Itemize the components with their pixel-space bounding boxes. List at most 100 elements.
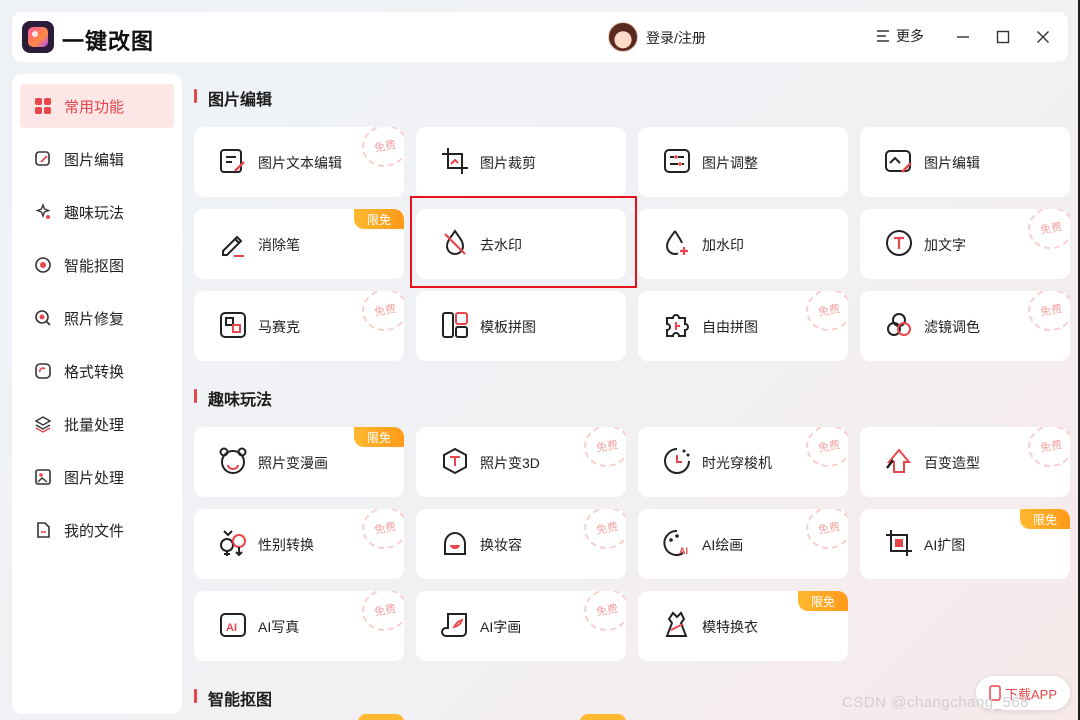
- crop-icon: [442, 148, 468, 174]
- minimize-button[interactable]: [952, 26, 974, 48]
- maximize-button[interactable]: [992, 26, 1014, 48]
- card-time-machine[interactable]: 时光穿梭机 免费: [638, 427, 848, 497]
- sidebar-item-format[interactable]: 格式转换: [20, 349, 174, 393]
- card-adjust[interactable]: 图片调整: [638, 127, 848, 197]
- card-label: AI绘画: [702, 537, 744, 553]
- free-badge: 免费: [580, 591, 626, 635]
- card-label: 消除笔: [258, 237, 300, 253]
- card-ai-expand[interactable]: AI扩图 限免: [860, 509, 1070, 579]
- card-gender-swap[interactable]: 性别转换 免费: [194, 509, 404, 579]
- card-label: 图片调整: [702, 155, 758, 171]
- maximize-icon: [996, 30, 1010, 44]
- card-ai-calligraphy[interactable]: AI字画 免费: [416, 591, 626, 661]
- convert-icon: [34, 362, 52, 380]
- card-label: 模特换衣: [702, 619, 758, 635]
- sidebar-item-fun[interactable]: 趣味玩法: [20, 190, 174, 234]
- sidebar-item-label: 趣味玩法: [64, 204, 125, 222]
- card-image-edit[interactable]: 图片编辑: [860, 127, 1070, 197]
- free-badge: 免费: [580, 509, 626, 553]
- target-icon: [34, 256, 52, 274]
- card-makeup[interactable]: 换妆容 免费: [416, 509, 626, 579]
- card-crop[interactable]: 图片裁剪: [416, 127, 626, 197]
- ai-calligraphy-icon: [441, 613, 467, 637]
- card-label: 照片变3D: [480, 455, 540, 471]
- limited-free-badge: 限免: [798, 591, 848, 611]
- app-title: 一键改图: [62, 29, 155, 54]
- card-ai-portrait[interactable]: AI AI写真 免费: [194, 591, 404, 661]
- sidebar-item-my-files[interactable]: 我的文件: [20, 508, 174, 552]
- minimize-icon: [957, 36, 969, 38]
- card-free-collage[interactable]: 自由拼图 免费: [638, 291, 848, 361]
- section-title-image-edit: 图片编辑: [194, 86, 272, 110]
- card-label: AI写真: [258, 619, 300, 635]
- more-label: 更多: [896, 28, 924, 44]
- makeup-icon: [444, 532, 466, 555]
- free-badge: 免费: [358, 127, 404, 171]
- card-filter[interactable]: 滤镜调色 免费: [860, 291, 1070, 361]
- sidebar-item-batch[interactable]: 批量处理: [20, 402, 174, 446]
- card-photo-3d[interactable]: 照片变3D 免费: [416, 427, 626, 497]
- highlight-box: [410, 196, 637, 288]
- svg-text:AI: AI: [226, 622, 237, 634]
- title-bar: 一键改图 登录/注册 更多: [12, 12, 1068, 62]
- card-label: 模板拼图: [480, 319, 536, 335]
- card-mosaic[interactable]: 马赛克 免费: [194, 291, 404, 361]
- close-button[interactable]: [1032, 26, 1054, 48]
- outfit-swap-icon: [665, 611, 688, 637]
- more-menu-button[interactable]: 更多: [876, 26, 924, 46]
- card-template-collage[interactable]: 模板拼图: [416, 291, 626, 361]
- card-label: 图片裁剪: [480, 155, 536, 171]
- login-register-link[interactable]: 登录/注册: [646, 28, 706, 48]
- card-label: 滤镜调色: [924, 319, 980, 335]
- card-cartoon[interactable]: 照片变漫画 限免: [194, 427, 404, 497]
- filter-icon: [887, 313, 911, 336]
- limited-free-badge: 限免: [354, 427, 404, 447]
- adjust-icon: [664, 149, 690, 173]
- text-edit-icon: [220, 149, 245, 173]
- card-label: AI字画: [480, 619, 522, 635]
- sidebar-item-repair[interactable]: 照片修复: [20, 296, 174, 340]
- card-label: 图片编辑: [924, 155, 980, 171]
- free-badge: 免费: [358, 291, 404, 335]
- sidebar-item-cutout[interactable]: 智能抠图: [20, 243, 174, 287]
- add-text-icon: [886, 230, 912, 256]
- template-collage-icon: [442, 312, 468, 338]
- card-label: 照片变漫画: [258, 455, 328, 471]
- ai-painting-icon: AI: [663, 529, 688, 556]
- card-label: 加文字: [924, 237, 966, 253]
- file-icon: [34, 521, 52, 539]
- csdn-watermark: CSDN @changchang_568: [842, 694, 1030, 711]
- card-add-watermark[interactable]: 加水印: [638, 209, 848, 279]
- card-label: 换妆容: [480, 537, 522, 553]
- sidebar-item-label: 常用功能: [64, 98, 125, 116]
- card-label: 马赛克: [258, 319, 300, 335]
- sidebar-item-image-process[interactable]: 图片处理: [20, 455, 174, 499]
- card-outfit-swap[interactable]: 模特换衣 限免: [638, 591, 848, 661]
- card-add-text[interactable]: 加文字 免费: [860, 209, 1070, 279]
- section-title-fun: 趣味玩法: [194, 386, 272, 410]
- card-ai-painting[interactable]: AI AI绘画 免费: [638, 509, 848, 579]
- limited-free-badge: 限免: [1020, 509, 1070, 529]
- sidebar-item-label: 智能抠图: [64, 257, 125, 275]
- sidebar-item-common[interactable]: 常用功能: [20, 84, 174, 128]
- image-edit-icon: [885, 150, 912, 173]
- free-badge: 免费: [1024, 291, 1070, 335]
- partial-limited-badge: [358, 714, 404, 720]
- free-badge: 免费: [358, 591, 404, 635]
- card-label: 加水印: [702, 237, 744, 253]
- card-label: 图片文本编辑: [258, 155, 342, 171]
- limited-free-badge: 限免: [354, 209, 404, 229]
- card-style-change[interactable]: 百变造型 免费: [860, 427, 1070, 497]
- card-label: 时光穿梭机: [702, 455, 772, 471]
- eraser-pen-icon: [222, 235, 244, 257]
- close-icon: [1037, 31, 1049, 43]
- card-eraser-pen[interactable]: 消除笔 限免: [194, 209, 404, 279]
- user-avatar[interactable]: [608, 22, 638, 52]
- mosaic-icon: [220, 312, 246, 338]
- card-text-edit[interactable]: 图片文本编辑 免费: [194, 127, 404, 197]
- grid-icon: [34, 97, 52, 115]
- free-collage-icon: [666, 314, 689, 337]
- sidebar-item-image-edit[interactable]: 图片编辑: [20, 137, 174, 181]
- cartoon-icon: [219, 447, 247, 474]
- repair-icon: [34, 309, 52, 327]
